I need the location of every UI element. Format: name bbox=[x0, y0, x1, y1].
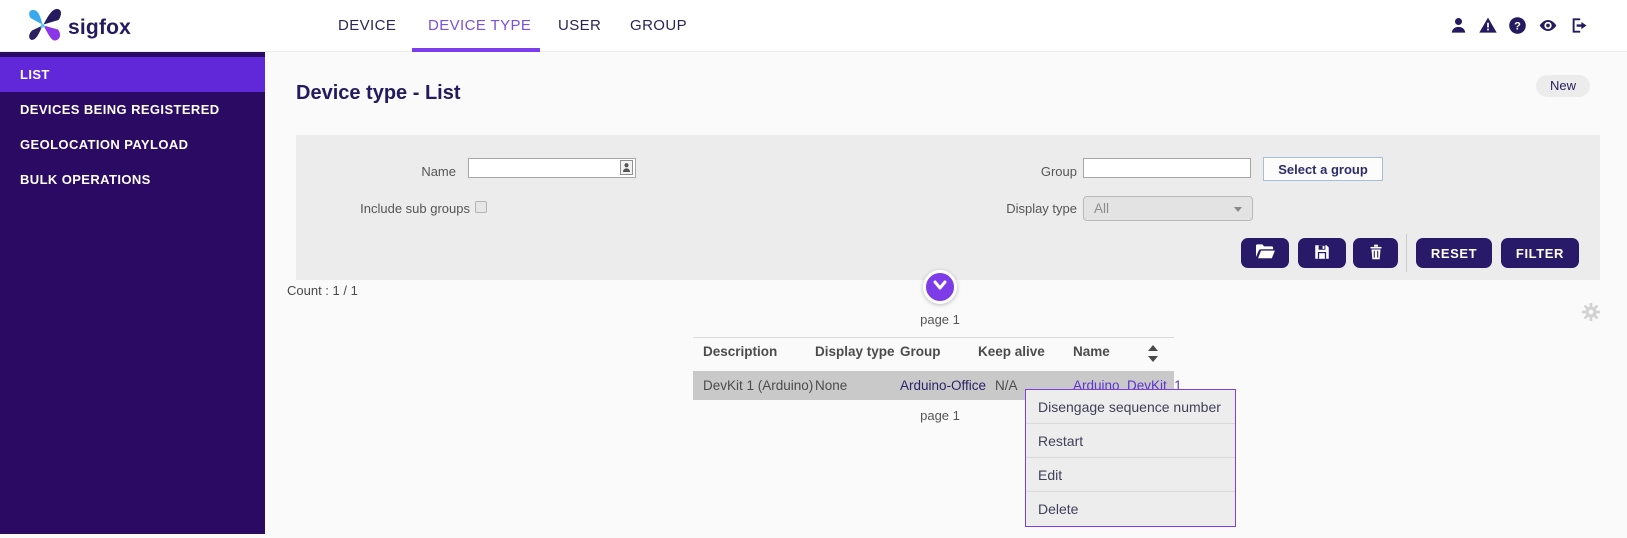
save-filter-button[interactable] bbox=[1298, 238, 1346, 268]
table-top-border bbox=[693, 337, 1174, 338]
sidebar-item-geolocation-payload[interactable]: GEOLOCATION PAYLOAD bbox=[0, 127, 265, 162]
column-header-name[interactable]: Name bbox=[1073, 344, 1110, 359]
sidebar-item-bulk-operations[interactable]: BULK OPERATIONS bbox=[0, 162, 265, 197]
new-button[interactable]: New bbox=[1536, 75, 1590, 97]
select-a-group-button[interactable]: Select a group bbox=[1263, 157, 1383, 181]
name-input[interactable] bbox=[468, 158, 636, 178]
tab-device-type[interactable]: DEVICE TYPE bbox=[428, 0, 531, 52]
sidebar: LIST DEVICES BEING REGISTERED GEOLOCATIO… bbox=[0, 52, 265, 534]
user-icon[interactable] bbox=[1449, 16, 1468, 35]
gear-icon[interactable] bbox=[1580, 301, 1602, 328]
include-sub-groups-label: Include sub groups bbox=[336, 201, 470, 216]
sidebar-item-devices-being-registered[interactable]: DEVICES BEING REGISTERED bbox=[0, 92, 265, 127]
sigfox-butterfly-icon bbox=[26, 7, 62, 48]
app-root: sigfox DEVICE DEVICE TYPE USER GROUP bbox=[0, 0, 1627, 538]
tab-user[interactable]: USER bbox=[558, 0, 601, 52]
column-header-display-type[interactable]: Display type bbox=[815, 344, 895, 359]
cell-display-type: None bbox=[815, 371, 847, 400]
row-context-menu: Disengage sequence number Restart Edit D… bbox=[1025, 389, 1236, 527]
filter-button[interactable]: FILTER bbox=[1501, 238, 1579, 268]
collapse-filters-button[interactable] bbox=[923, 270, 957, 304]
page-indicator-bottom: page 1 bbox=[865, 408, 1015, 423]
filter-panel: Name Include sub groups Group Select a g… bbox=[296, 135, 1600, 280]
column-header-keep-alive[interactable]: Keep alive bbox=[978, 344, 1045, 359]
reset-button[interactable]: RESET bbox=[1416, 238, 1492, 268]
chevron-down-icon bbox=[932, 278, 948, 296]
display-type-label: Display type bbox=[981, 201, 1077, 216]
count-label: Count : 1 / 1 bbox=[287, 283, 358, 298]
brand[interactable]: sigfox bbox=[26, 7, 131, 48]
help-icon[interactable]: ? bbox=[1508, 16, 1527, 35]
topbar-icon-group: ? bbox=[1449, 16, 1589, 35]
tab-device[interactable]: DEVICE bbox=[338, 0, 396, 52]
button-divider bbox=[1406, 234, 1407, 272]
svg-text:?: ? bbox=[1514, 20, 1521, 32]
display-type-selected-value: All bbox=[1084, 197, 1252, 220]
column-header-group[interactable]: Group bbox=[900, 344, 941, 359]
load-filter-button[interactable] bbox=[1241, 238, 1289, 268]
alert-icon[interactable] bbox=[1478, 16, 1498, 35]
context-menu-item-disengage-sequence-number[interactable]: Disengage sequence number bbox=[1026, 390, 1235, 424]
chevron-down-icon bbox=[1234, 207, 1242, 212]
name-label: Name bbox=[336, 164, 456, 179]
trash-icon bbox=[1367, 243, 1385, 264]
sidebar-item-list[interactable]: LIST bbox=[0, 57, 265, 92]
column-header-description[interactable]: Description bbox=[703, 344, 777, 359]
cell-description: DevKit 1 (Arduino) bbox=[703, 371, 813, 400]
logout-icon[interactable] bbox=[1569, 16, 1589, 35]
page-indicator-top: page 1 bbox=[865, 312, 1015, 327]
sort-ascending-icon[interactable] bbox=[1148, 345, 1158, 351]
context-menu-item-edit[interactable]: Edit bbox=[1026, 458, 1235, 492]
group-input[interactable] bbox=[1083, 158, 1251, 178]
cell-keep-alive: N/A bbox=[995, 371, 1018, 400]
brand-name: sigfox bbox=[68, 16, 131, 40]
topbar: sigfox DEVICE DEVICE TYPE USER GROUP bbox=[0, 0, 1627, 52]
include-sub-groups-checkbox[interactable] bbox=[475, 201, 487, 213]
eye-icon[interactable] bbox=[1537, 16, 1559, 35]
delete-filter-button[interactable] bbox=[1353, 238, 1398, 268]
cell-group-link[interactable]: Arduino-Office bbox=[900, 371, 986, 400]
tab-group[interactable]: GROUP bbox=[630, 0, 687, 52]
display-type-select[interactable]: All bbox=[1083, 196, 1253, 221]
context-menu-item-delete[interactable]: Delete bbox=[1026, 492, 1235, 526]
sort-descending-icon[interactable] bbox=[1148, 356, 1158, 362]
folder-open-icon bbox=[1254, 243, 1276, 264]
page-title: Device type - List bbox=[296, 82, 461, 105]
save-icon bbox=[1313, 243, 1331, 264]
group-label: Group bbox=[981, 164, 1077, 179]
active-tab-underline bbox=[412, 48, 540, 52]
autofill-icon[interactable] bbox=[620, 160, 633, 175]
context-menu-item-restart[interactable]: Restart bbox=[1026, 424, 1235, 458]
